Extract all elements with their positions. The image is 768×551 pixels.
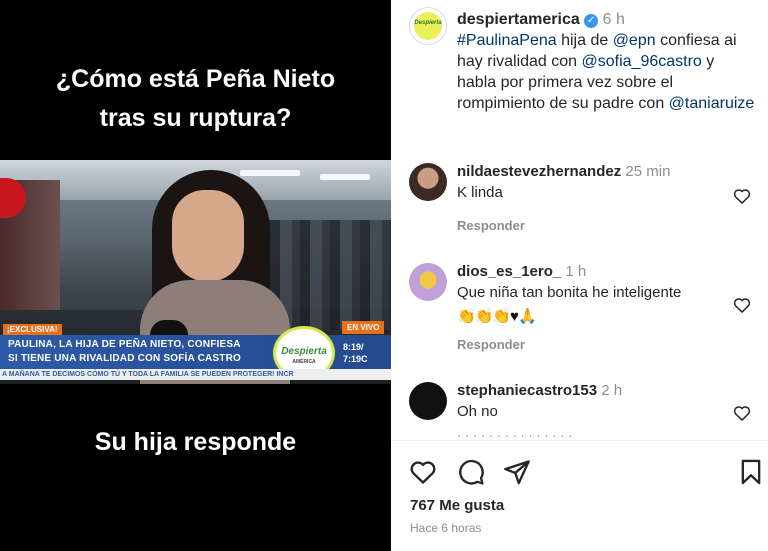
commenter-avatar[interactable] [409, 382, 447, 420]
author-avatar-text: Despierta [414, 20, 442, 26]
paper-plane-icon[interactable] [503, 458, 531, 486]
comment-text: K linda [457, 184, 503, 201]
author-username[interactable]: despiertamerica [457, 11, 580, 28]
show-logo-text: Despierta [281, 346, 327, 357]
commenter-avatar[interactable] [409, 163, 447, 201]
comment-like-heart-icon[interactable] [732, 295, 752, 315]
comment-icon[interactable] [457, 458, 485, 486]
mention-link[interactable]: @sofia_96castro [582, 53, 702, 70]
bookmark-icon[interactable] [737, 458, 765, 486]
live-badge: EN VIVO [342, 321, 385, 334]
post-panel: Despierta despiertamerica ✓ 6 h #Paulina… [391, 0, 768, 551]
media-headline-line1: ¿Cómo está Peña Nieto [55, 65, 336, 93]
verified-badge-icon: ✓ [584, 14, 599, 28]
post-media[interactable]: ¿Cómo está Peña Nieto tras su ruptura? ¡… [0, 0, 391, 551]
comment-header: stephaniecastro153 2 h [457, 382, 622, 399]
clap-emoji: 👏👏👏 [457, 308, 511, 325]
comment-username[interactable]: nildaestevezhernandez [457, 163, 621, 180]
author-avatar[interactable]: Despierta [409, 7, 447, 45]
media-headline-line2: tras su ruptura? [99, 104, 292, 132]
comment-like-heart-icon[interactable] [732, 403, 752, 423]
post-caption: despiertamerica ✓ 6 h #PaulinaPena hija … [457, 9, 757, 114]
post-time[interactable]: 6 h [603, 11, 625, 28]
time-temp: 8:19/ 7:19C [343, 341, 368, 365]
hashtag-link[interactable]: #PaulinaPena [457, 32, 557, 49]
comment-text: Oh no [457, 403, 498, 420]
time-temp-line1: 8:19/ [343, 342, 364, 352]
comment-username[interactable]: stephaniecastro153 [457, 382, 597, 399]
mention-link[interactable]: @epn [613, 32, 656, 49]
post-timestamp[interactable]: Hace 6 horas [410, 521, 481, 535]
author-avatar-ring [414, 12, 442, 40]
comment-header: dios_es_1ero_ 1 h [457, 263, 586, 280]
comment-header: nildaestevezhernandez 25 min [457, 163, 670, 180]
reply-button[interactable]: Responder [457, 337, 525, 352]
comment-emoji: 👏👏👏♥🙏 [457, 307, 537, 325]
lower-third-line1: PAULINA, LA HIJA DE PEÑA NIETO, CONFIESA [8, 339, 241, 350]
ceiling-light [240, 170, 300, 176]
show-logo-sub: AMÉRICA [292, 359, 316, 365]
heart-pray-emoji: ♥🙏 [510, 308, 537, 325]
exclusive-badge: ¡EXCLUSIVA! [3, 324, 62, 335]
comment-time: 25 min [625, 163, 671, 180]
reply-button[interactable]: Responder [457, 218, 525, 233]
comment-username[interactable]: dios_es_1ero_ [457, 263, 561, 280]
lower-third-line2: SI TIENE UNA RIVALIDAD CON SOFÍA CASTRO [8, 353, 241, 364]
likes-count[interactable]: 767 Me gusta [410, 497, 504, 514]
media-caption: Su hija responde [94, 428, 297, 456]
news-ticker: A MAÑANA TE DECIMOS CÓMO TÚ Y TODA LA FA… [0, 369, 391, 380]
comment-text: Que niña tan bonita he inteligente [457, 284, 682, 301]
post-actions: 767 Me gusta Hace 6 horas [391, 440, 768, 551]
commenter-avatar[interactable] [409, 263, 447, 301]
ceiling-light [320, 174, 370, 180]
woman-face [172, 190, 244, 282]
caption-text: hija de [556, 32, 613, 49]
mention-link[interactable]: @taniaruize [669, 95, 755, 112]
comment-time: 1 h [565, 263, 587, 280]
time-temp-line2: 7:19C [343, 354, 368, 364]
heart-icon[interactable] [409, 458, 437, 486]
comment-like-heart-icon[interactable] [732, 186, 752, 206]
comment-time: 2 h [601, 382, 623, 399]
